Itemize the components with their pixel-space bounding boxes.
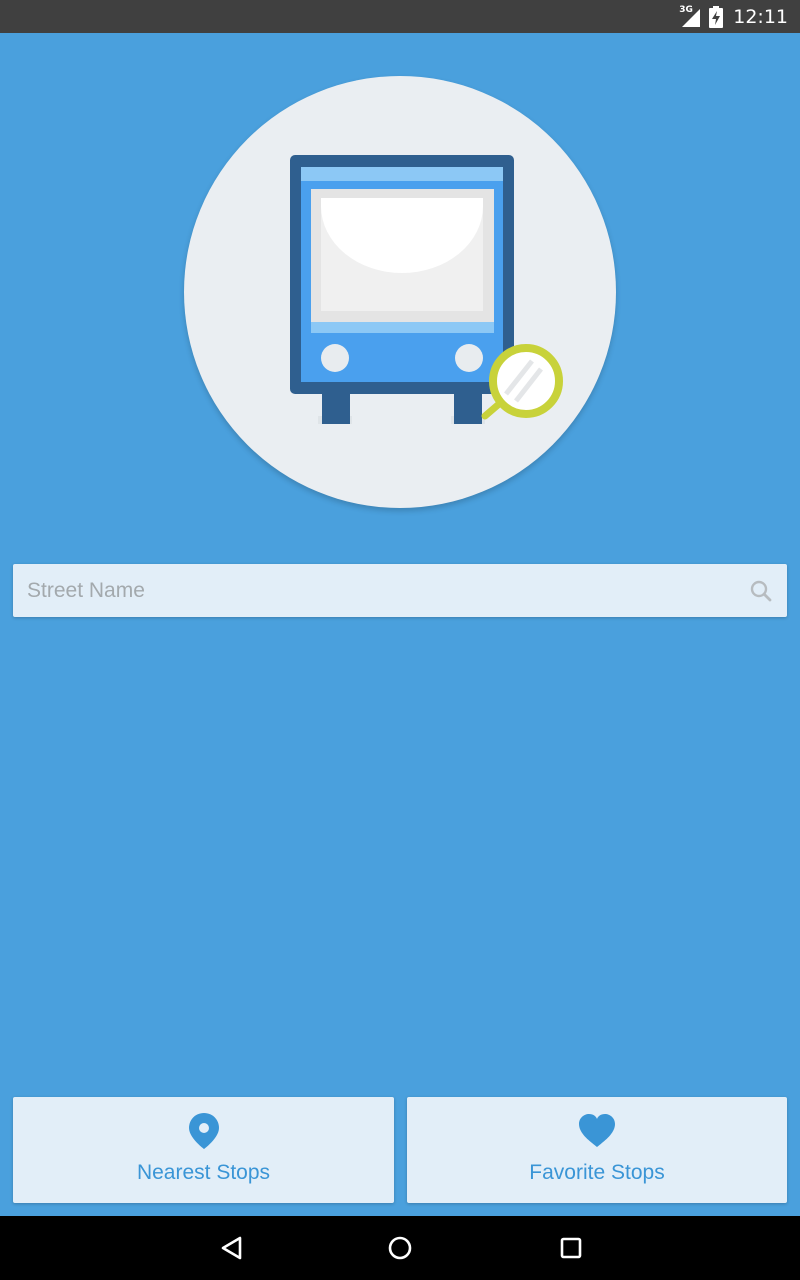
signal-icon: 3G	[679, 5, 701, 29]
status-icons: 3G 12:11	[679, 0, 788, 33]
nearest-stops-label: Nearest Stops	[136, 1161, 271, 1184]
nearest-stops-button[interactable]: Nearest Stops	[13, 1097, 394, 1203]
app-screen: 3G 12:11 Street Name Nearest Stops Favor…	[0, 0, 800, 1280]
favorite-stops-button[interactable]: Favorite Stops	[407, 1097, 787, 1203]
battery-charging-icon	[709, 5, 724, 28]
clock: 12:11	[733, 5, 788, 28]
search-box	[13, 564, 787, 617]
bus-search-illustration	[290, 155, 563, 424]
home-icon[interactable]	[382, 1230, 418, 1266]
search-icon[interactable]	[749, 579, 773, 603]
street-name-input[interactable]	[13, 564, 733, 617]
recents-icon[interactable]	[553, 1230, 589, 1266]
back-icon[interactable]	[213, 1230, 249, 1266]
heart-icon	[579, 1114, 615, 1147]
location-pin-icon	[188, 1113, 219, 1149]
favorite-stops-label: Favorite Stops	[529, 1161, 665, 1184]
status-bar: 3G 12:11	[0, 0, 800, 33]
navigation-bar	[0, 1216, 800, 1280]
